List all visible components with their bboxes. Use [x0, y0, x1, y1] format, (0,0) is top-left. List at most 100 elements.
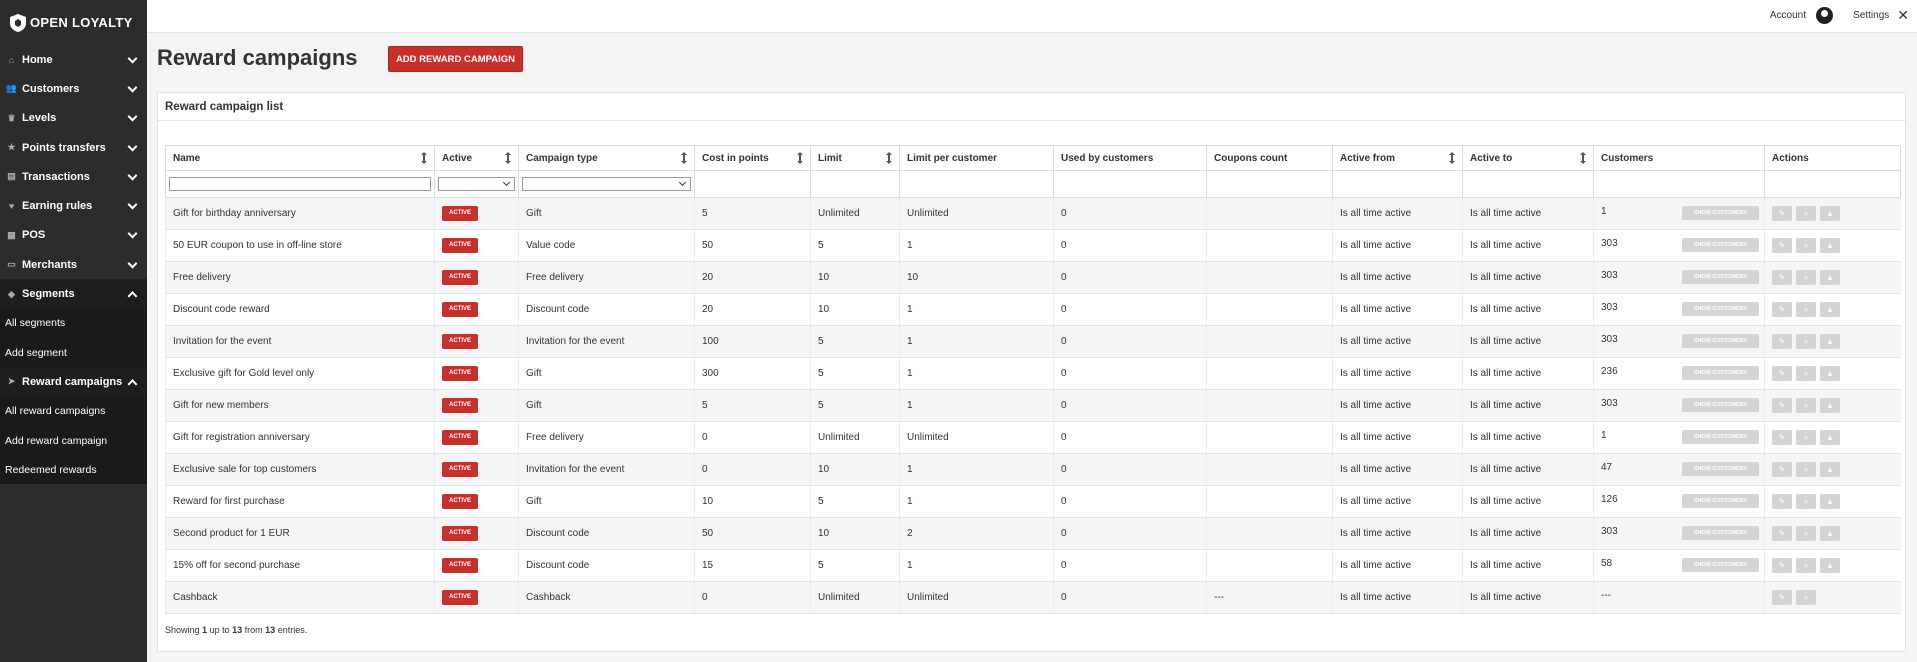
column-header-name[interactable]: Name [165, 145, 435, 171]
photo-icon[interactable]: ▲ [1820, 494, 1840, 509]
show-customers-button[interactable]: SHOW CUSTOMERS [1682, 302, 1759, 316]
status-badge[interactable]: ACTIVE [442, 590, 478, 605]
status-badge[interactable]: ACTIVE [442, 334, 478, 349]
sidebar-item-reward-campaigns[interactable]: ➤ Reward campaigns [0, 367, 147, 397]
status-badge[interactable]: ACTIVE [442, 494, 478, 509]
show-customers-button[interactable]: SHOW CUSTOMERS [1682, 366, 1759, 380]
sidebar-subitem-redeemed-rewards[interactable]: Redeemed rewards [0, 455, 147, 484]
show-customers-button[interactable]: SHOW CUSTOMERS [1682, 462, 1759, 476]
status-badge[interactable]: ACTIVE [442, 206, 478, 221]
show-customers-button[interactable]: SHOW CUSTOMERS [1682, 430, 1759, 444]
settings-menu[interactable]: Settings ✕ [1853, 7, 1909, 24]
active-filter-select[interactable] [438, 177, 515, 191]
view-icon[interactable]: ⌕ [1796, 270, 1816, 285]
photo-icon[interactable]: ▲ [1820, 430, 1840, 445]
status-badge[interactable]: ACTIVE [442, 238, 478, 253]
view-icon[interactable]: ⌕ [1796, 558, 1816, 573]
limit-per-customer: 1 [907, 496, 913, 507]
view-icon[interactable]: ⌕ [1796, 590, 1816, 605]
show-customers-button[interactable]: SHOW CUSTOMERS [1682, 238, 1759, 252]
logo[interactable]: OPEN LOYALTY [0, 0, 147, 45]
column-header-limit[interactable]: Limit [810, 145, 900, 171]
show-customers-button[interactable]: SHOW CUSTOMERS [1682, 494, 1759, 508]
sidebar-item-transactions[interactable]: ▤ Transactions [0, 162, 147, 191]
edit-icon[interactable]: ✎ [1772, 270, 1792, 285]
active-to: Is all time active [1470, 208, 1542, 219]
view-icon[interactable]: ⌕ [1796, 494, 1816, 509]
column-header-label: Cost in points [702, 152, 769, 164]
view-icon[interactable]: ⌕ [1796, 238, 1816, 253]
column-header-active-from[interactable]: Active from [1332, 145, 1463, 171]
edit-icon[interactable]: ✎ [1772, 430, 1792, 445]
edit-icon[interactable]: ✎ [1772, 206, 1792, 221]
sidebar-item-home[interactable]: ⌂ Home [0, 45, 147, 74]
footer-start: 1 [202, 625, 208, 635]
photo-icon[interactable]: ▲ [1820, 270, 1840, 285]
photo-icon[interactable]: ▲ [1820, 558, 1840, 573]
sidebar-item-points-transfers[interactable]: ★ Points transfers [0, 133, 147, 162]
view-icon[interactable]: ⌕ [1796, 462, 1816, 477]
photo-icon[interactable]: ▲ [1820, 334, 1840, 349]
view-icon[interactable]: ⌕ [1796, 366, 1816, 381]
sidebar-subitem-add-segment[interactable]: Add segment [0, 338, 147, 367]
show-customers-button[interactable]: SHOW CUSTOMERS [1682, 398, 1759, 412]
edit-icon[interactable]: ✎ [1772, 302, 1792, 317]
sidebar-item-segments[interactable]: ◆ Segments [0, 279, 147, 309]
status-badge[interactable]: ACTIVE [442, 558, 478, 573]
show-customers-button[interactable]: SHOW CUSTOMERS [1682, 526, 1759, 540]
edit-icon[interactable]: ✎ [1772, 590, 1792, 605]
used-by-customers-cell: 0 [1053, 549, 1207, 582]
sidebar-item-pos[interactable]: ▦ POS [0, 221, 147, 250]
sidebar-subitem-add-reward-campaign[interactable]: Add reward campaign [0, 426, 147, 455]
show-customers-button[interactable]: SHOW CUSTOMERS [1682, 334, 1759, 348]
sidebar-subitem-all-segments[interactable]: All segments [0, 309, 147, 338]
show-customers-button[interactable]: SHOW CUSTOMERS [1682, 270, 1759, 284]
campaign-type-filter-select[interactable] [522, 177, 691, 191]
photo-icon[interactable]: ▲ [1820, 238, 1840, 253]
photo-icon[interactable]: ▲ [1820, 302, 1840, 317]
photo-icon[interactable]: ▲ [1820, 366, 1840, 381]
show-customers-button[interactable]: SHOW CUSTOMERS [1682, 206, 1759, 220]
view-icon[interactable]: ⌕ [1796, 302, 1816, 317]
view-icon[interactable]: ⌕ [1796, 206, 1816, 221]
edit-icon[interactable]: ✎ [1772, 462, 1792, 477]
edit-icon[interactable]: ✎ [1772, 334, 1792, 349]
view-icon[interactable]: ⌕ [1796, 334, 1816, 349]
campaign-name: Gift for birthday anniversary [173, 208, 296, 219]
photo-icon[interactable]: ▲ [1820, 526, 1840, 541]
column-header-cost-in-points[interactable]: Cost in points [694, 145, 811, 171]
sidebar-item-levels[interactable]: ♛ Levels [0, 104, 147, 133]
name-filter-input[interactable] [169, 177, 431, 191]
status-badge[interactable]: ACTIVE [442, 526, 478, 541]
edit-icon[interactable]: ✎ [1772, 398, 1792, 413]
status-badge[interactable]: ACTIVE [442, 398, 478, 413]
column-header-active[interactable]: Active [434, 145, 519, 171]
account-menu[interactable]: Account [1770, 7, 1833, 24]
view-icon[interactable]: ⌕ [1796, 526, 1816, 541]
limit-cell: Unlimited [810, 421, 900, 454]
status-badge[interactable]: ACTIVE [442, 462, 478, 477]
sidebar-subitem-all-reward-campaigns[interactable]: All reward campaigns [0, 397, 147, 426]
show-customers-button[interactable]: SHOW CUSTOMERS [1682, 558, 1759, 572]
sidebar-item-customers[interactable]: 👥 Customers [0, 74, 147, 103]
edit-icon[interactable]: ✎ [1772, 494, 1792, 509]
add-reward-campaign-button[interactable]: ADD REWARD CAMPAIGN [388, 46, 523, 72]
column-header-label: Name [173, 152, 201, 164]
status-badge[interactable]: ACTIVE [442, 430, 478, 445]
edit-icon[interactable]: ✎ [1772, 366, 1792, 381]
status-badge[interactable]: ACTIVE [442, 366, 478, 381]
photo-icon[interactable]: ▲ [1820, 206, 1840, 221]
view-icon[interactable]: ⌕ [1796, 430, 1816, 445]
edit-icon[interactable]: ✎ [1772, 526, 1792, 541]
photo-icon[interactable]: ▲ [1820, 462, 1840, 477]
sidebar-item-earning-rules[interactable]: ♥ Earning rules [0, 191, 147, 220]
sidebar-item-merchants[interactable]: ▭ Merchants [0, 250, 147, 279]
status-badge[interactable]: ACTIVE [442, 270, 478, 285]
edit-icon[interactable]: ✎ [1772, 238, 1792, 253]
edit-icon[interactable]: ✎ [1772, 558, 1792, 573]
status-badge[interactable]: ACTIVE [442, 302, 478, 317]
column-header-active-to[interactable]: Active to [1462, 145, 1594, 171]
view-icon[interactable]: ⌕ [1796, 398, 1816, 413]
photo-icon[interactable]: ▲ [1820, 398, 1840, 413]
column-header-campaign-type[interactable]: Campaign type [518, 145, 695, 171]
